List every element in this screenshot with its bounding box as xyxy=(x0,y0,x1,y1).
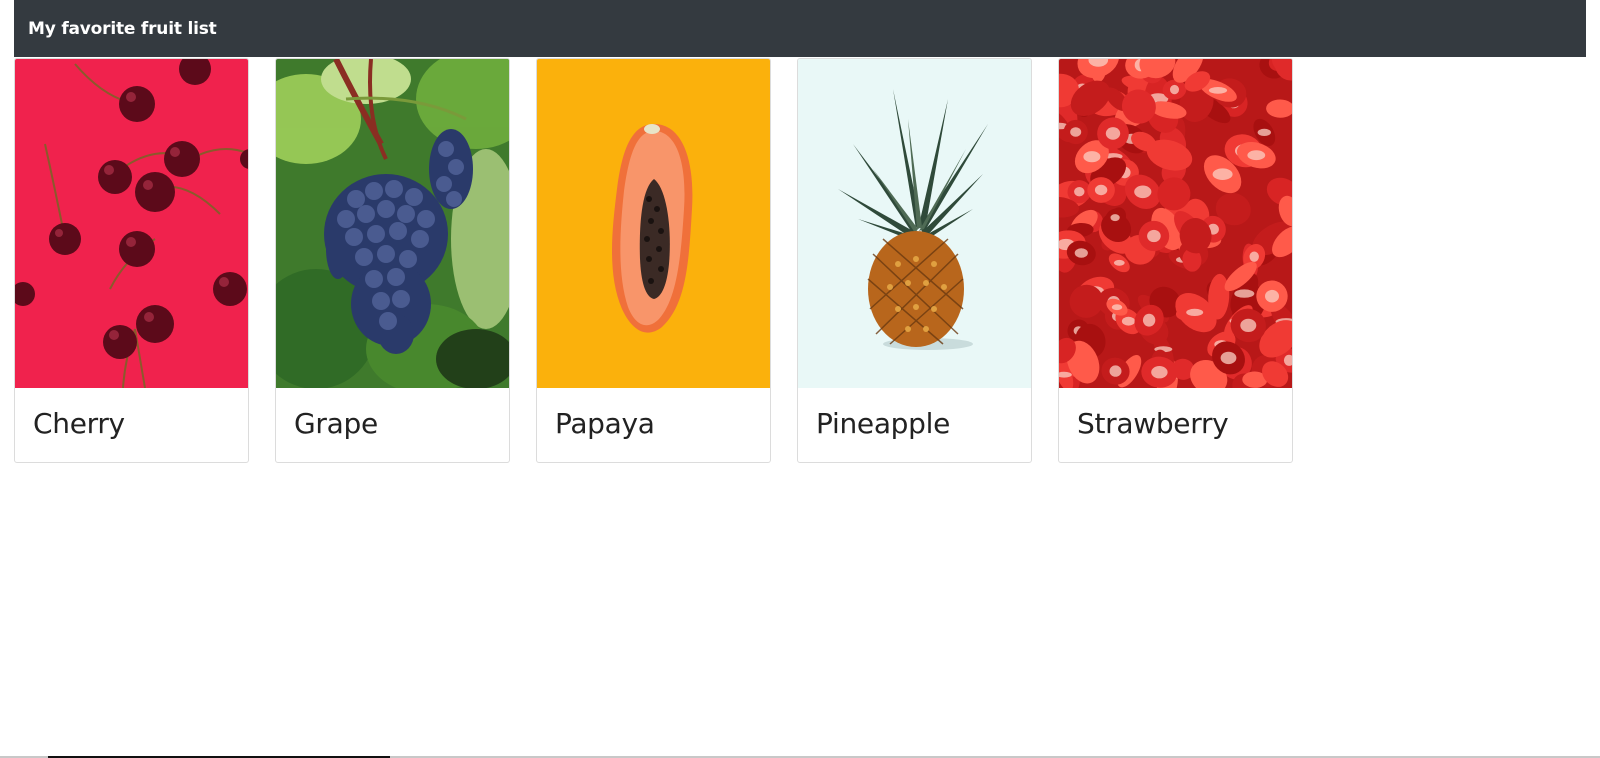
card-title: Grape xyxy=(294,407,378,440)
top-navbar: My favorite fruit list xyxy=(14,0,1586,57)
card-title: Cherry xyxy=(33,407,125,440)
navbar-brand[interactable]: My favorite fruit list xyxy=(28,19,217,39)
fruit-card-cherry[interactable]: Cherry xyxy=(14,58,249,463)
fruit-card-pineapple[interactable]: Pineapple xyxy=(797,58,1032,463)
cherry-image xyxy=(15,59,248,388)
papaya-image xyxy=(537,59,770,388)
strawberry-image xyxy=(1059,59,1292,388)
card-title: Pineapple xyxy=(816,407,951,440)
fruit-card-papaya[interactable]: Papaya xyxy=(536,58,771,463)
card-title: Strawberry xyxy=(1077,407,1229,440)
card-title: Papaya xyxy=(555,407,655,440)
grape-image xyxy=(276,59,509,388)
fruit-card-strawberry[interactable]: Strawberry xyxy=(1058,58,1293,463)
pineapple-image xyxy=(798,59,1031,388)
fruit-card-grape[interactable]: Grape xyxy=(275,58,510,463)
